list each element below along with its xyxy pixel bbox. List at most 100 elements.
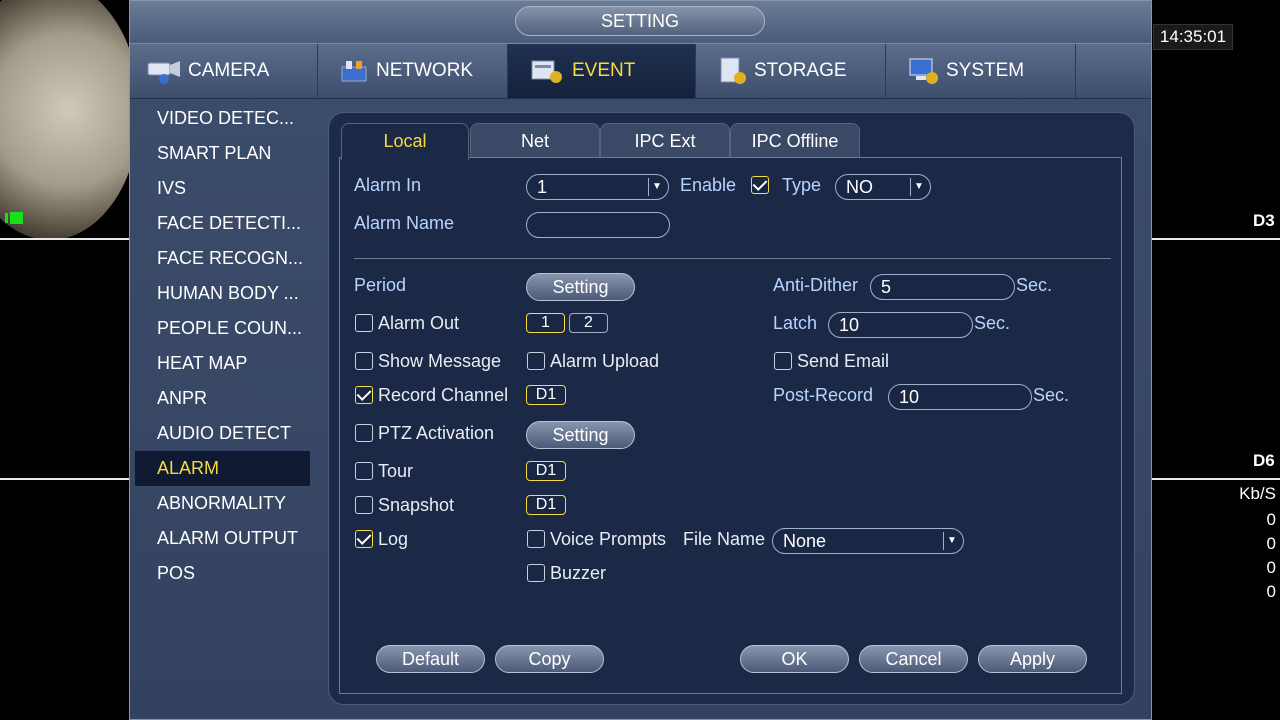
ptz-setting-button[interactable]: Setting [526, 421, 635, 449]
bitrate-value: 0 [1266, 558, 1276, 577]
latch-input[interactable]: 10 [828, 312, 973, 338]
buzzer-label: Buzzer [550, 563, 607, 583]
event-icon [531, 60, 562, 83]
alarm-out-label: Alarm Out [378, 313, 460, 333]
copy-button[interactable]: Copy [495, 645, 604, 673]
clock: 14:35:01 [1153, 24, 1233, 50]
enable-checkbox[interactable] [751, 176, 769, 194]
apply-button[interactable]: Apply [978, 645, 1087, 673]
sidebar-item-anpr[interactable]: ANPR [135, 381, 310, 416]
settings-window: SETTING CAMERA NETWORK EVENT STORAGE SYS… [129, 0, 1152, 720]
record-channel-checkbox[interactable] [355, 386, 373, 404]
tab-system[interactable]: SYSTEM [886, 44, 1076, 98]
voice-prompts-label: Voice Prompts [550, 529, 667, 549]
tab-label: STORAGE [754, 60, 847, 81]
log-label: Log [378, 529, 409, 549]
tab-storage[interactable]: STORAGE [696, 44, 886, 98]
send-email-checkbox[interactable] [774, 352, 792, 370]
record-channel-label: Record Channel [378, 385, 509, 405]
snapshot-label: Snapshot [378, 495, 455, 515]
anti-dither-unit: Sec. [1016, 275, 1053, 295]
form-area: Alarm In 1 ▼ Enable Type NO ▼ Alarm Name… [339, 157, 1122, 694]
anti-dither-label: Anti-Dither [773, 275, 859, 295]
tab-network[interactable]: NETWORK [318, 44, 508, 98]
sidebar-item-smart-plan[interactable]: SMART PLAN [135, 136, 310, 171]
log-checkbox[interactable] [355, 530, 373, 548]
tour-label: Tour [378, 461, 414, 481]
alarm-out-channel-2[interactable]: 2 [569, 313, 608, 333]
record-channel-d1[interactable]: D1 [526, 385, 566, 405]
event-sidebar: VIDEO DETEC... SMART PLAN IVS FACE DETEC… [135, 101, 310, 591]
ptz-activation-checkbox[interactable] [355, 424, 373, 442]
period-label: Period [354, 275, 407, 295]
sidebar-item-ivs[interactable]: IVS [135, 171, 310, 206]
divider [354, 258, 1111, 259]
grid-divider [1152, 478, 1280, 480]
network-icon [341, 61, 367, 82]
tab-label: SYSTEM [946, 60, 1025, 81]
tour-checkbox[interactable] [355, 462, 373, 480]
channel-label-d6: D6 [1253, 451, 1275, 470]
alarm-upload-label: Alarm Upload [550, 351, 660, 371]
top-navigation: CAMERA NETWORK EVENT STORAGE SYSTEM [130, 43, 1151, 99]
sidebar-item-face-detection[interactable]: FACE DETECTI... [135, 206, 310, 241]
bitrate-value: 0 [1266, 510, 1276, 529]
sidebar-item-people-counting[interactable]: PEOPLE COUN... [135, 311, 310, 346]
subtab-local[interactable]: Local [341, 123, 469, 160]
period-setting-button[interactable]: Setting [526, 273, 635, 301]
file-name-select[interactable]: None ▼ [772, 528, 964, 554]
chevron-down-icon: ▼ [648, 178, 665, 196]
sidebar-item-heat-map[interactable]: HEAT MAP [135, 346, 310, 381]
anti-dither-input[interactable]: 5 [870, 274, 1015, 300]
tab-label: NETWORK [376, 60, 474, 81]
tab-event[interactable]: EVENT [508, 44, 696, 98]
camera-feed-image [0, 0, 140, 240]
tab-camera[interactable]: CAMERA [130, 44, 318, 98]
show-message-checkbox[interactable] [355, 352, 373, 370]
grid-divider [0, 478, 129, 480]
tab-label: CAMERA [188, 60, 270, 81]
sidebar-item-face-recognition[interactable]: FACE RECOGN... [135, 241, 310, 276]
snapshot-checkbox[interactable] [355, 496, 373, 514]
post-record-input[interactable]: 10 [888, 384, 1032, 410]
alarm-name-label: Alarm Name [354, 213, 455, 233]
file-name-value: None [783, 531, 827, 551]
alarm-in-select[interactable]: 1 ▼ [526, 174, 669, 200]
ok-button[interactable]: OK [740, 645, 849, 673]
enable-label: Enable [680, 175, 737, 195]
subtab-ipc-ext[interactable]: IPC Ext [600, 123, 730, 159]
alarm-upload-checkbox[interactable] [527, 352, 545, 370]
tab-label: EVENT [572, 60, 636, 81]
alarm-out-checkbox[interactable] [355, 314, 373, 332]
buzzer-checkbox[interactable] [527, 564, 545, 582]
file-name-label: File Name [683, 529, 766, 549]
type-value: NO [846, 177, 873, 197]
sidebar-item-video-detect[interactable]: VIDEO DETEC... [135, 101, 310, 136]
post-record-unit: Sec. [1033, 385, 1070, 405]
alarm-panel: Local Net IPC Ext IPC Offline Alarm In 1… [328, 112, 1135, 705]
sidebar-item-alarm[interactable]: ALARM [135, 451, 310, 486]
default-button[interactable]: Default [376, 645, 485, 673]
alarm-in-label: Alarm In [354, 175, 422, 195]
latch-label: Latch [773, 313, 818, 333]
bitrate-value: 0 [1266, 582, 1276, 601]
sidebar-item-human-body[interactable]: HUMAN BODY ... [135, 276, 310, 311]
voice-prompts-checkbox[interactable] [527, 530, 545, 548]
camera-icon [147, 61, 180, 84]
alarm-name-input[interactable] [526, 212, 670, 238]
tour-d1[interactable]: D1 [526, 461, 566, 481]
snapshot-d1[interactable]: D1 [526, 495, 566, 515]
alarm-out-channel-1[interactable]: 1 [526, 313, 565, 333]
send-email-label: Send Email [797, 351, 890, 371]
sidebar-item-pos[interactable]: POS [135, 556, 310, 591]
subtab-net[interactable]: Net [470, 123, 600, 159]
sidebar-item-audio-detect[interactable]: AUDIO DETECT [135, 416, 310, 451]
type-select[interactable]: NO ▼ [835, 174, 931, 200]
type-label: Type [782, 175, 822, 195]
sidebar-item-alarm-output[interactable]: ALARM OUTPUT [135, 521, 310, 556]
subtab-ipc-offline[interactable]: IPC Offline [730, 123, 860, 159]
sidebar-item-abnormality[interactable]: ABNORMALITY [135, 486, 310, 521]
grid-divider [0, 238, 129, 240]
bitrate-unit: Kb/S [1239, 484, 1276, 503]
cancel-button[interactable]: Cancel [859, 645, 968, 673]
